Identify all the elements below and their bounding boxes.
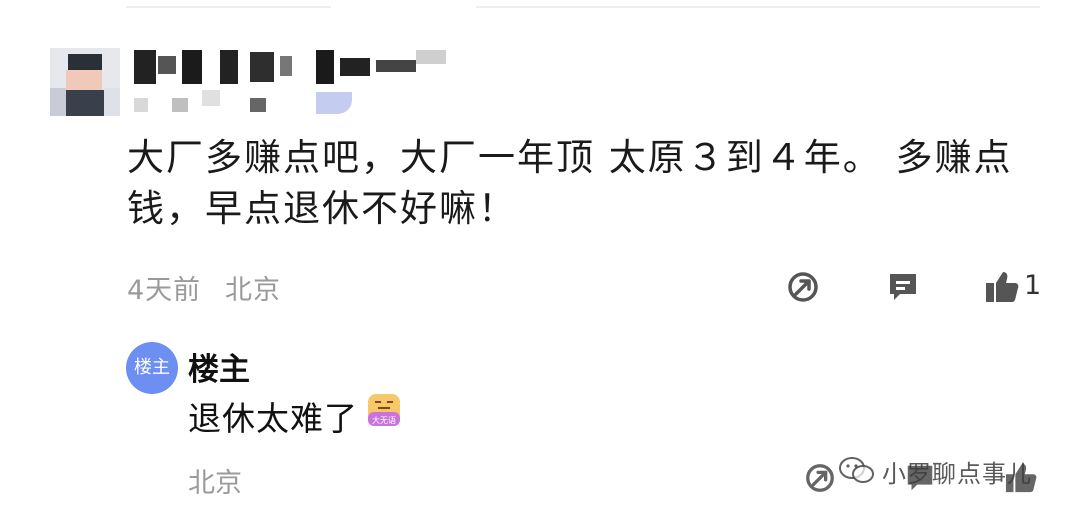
commenter-avatar[interactable] <box>50 48 120 116</box>
watermark-text: 小罗聊点事儿 <box>882 460 1032 488</box>
sticker-label: 大无语 <box>372 415 396 425</box>
top-divider-left <box>126 6 331 8</box>
reply-author[interactable]: 楼主 <box>188 344 250 389</box>
comment-location: 北京 <box>225 275 281 306</box>
reply-location: 北京 <box>188 468 242 499</box>
thumbs-up-icon[interactable] <box>984 270 1020 304</box>
comment-icon[interactable] <box>886 270 920 304</box>
reply-share-icon[interactable] <box>804 462 836 494</box>
watermark: 小罗聊点事儿 <box>838 452 1058 492</box>
wechat-icon <box>839 457 874 483</box>
top-divider-right <box>476 6 1040 8</box>
like-count: 1 <box>1024 270 1042 301</box>
reply-avatar[interactable]: 楼主 <box>126 342 178 394</box>
speechless-sticker-icon: 大无语 <box>368 394 400 426</box>
comment-time: 4天前 <box>127 275 202 306</box>
comment-text: 大厂多赚点吧，大厂一年顶 太原３到４年。 多赚点钱，早点退休不好嘛！ <box>127 136 1013 230</box>
reply-text: 退休太难了 <box>188 399 358 438</box>
commenter-name-redacted <box>130 46 460 116</box>
share-icon[interactable] <box>786 270 820 304</box>
